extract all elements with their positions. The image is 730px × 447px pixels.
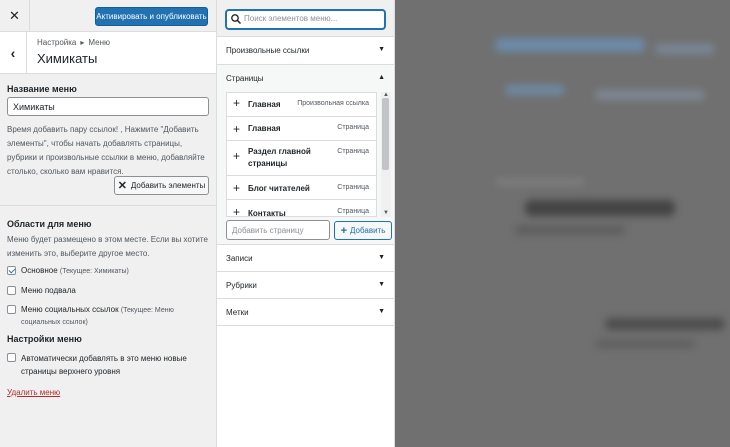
preview-blur xyxy=(515,226,625,234)
page-name: Контакты xyxy=(248,209,286,217)
plus-icon: + xyxy=(233,96,241,110)
back-button[interactable]: ‹ xyxy=(0,32,27,74)
pages-list: + Главная Произвольная ссылка + Главная … xyxy=(226,92,377,217)
preview-blur xyxy=(505,85,565,95)
plus-icon: + xyxy=(233,181,241,195)
search-placeholder: Поиск элементов меню... xyxy=(244,14,338,23)
list-item[interactable]: + Главная Произвольная ссылка xyxy=(227,93,376,117)
page-name: Блог читателей xyxy=(248,184,310,193)
panel-tags[interactable]: Метки ▼ xyxy=(217,299,394,326)
page-name: Раздел главной страницы xyxy=(248,147,311,168)
menu-name-help: Время добавить пару ссылок! , Нажмите "Д… xyxy=(7,125,205,176)
location-footer[interactable]: Меню подвала xyxy=(7,285,76,296)
search-icon xyxy=(231,14,242,25)
menu-name-input[interactable]: Химикаты xyxy=(7,97,209,116)
panel-pages-label: Страницы xyxy=(226,74,264,83)
plus-icon: + xyxy=(340,224,348,237)
page-type: Страница xyxy=(337,124,369,131)
section-title: Химикаты xyxy=(37,51,98,66)
menu-settings-label: Настройки меню xyxy=(7,334,82,344)
location-primary-note: (Текущее: Химикаты) xyxy=(59,268,129,275)
panel-posts[interactable]: Записи ▼ xyxy=(217,245,394,272)
customizer-sidebar: ✕ Активировать и опубликовать ‹ Настройк… xyxy=(0,0,217,447)
add-items-button[interactable]: ✕ Добавить элементы xyxy=(114,176,209,195)
add-items-label: Добавить элементы xyxy=(130,181,206,190)
delete-menu-link[interactable]: Удалить меню xyxy=(7,388,60,397)
panel-categories[interactable]: Рубрики ▼ xyxy=(217,272,394,299)
caret-up-icon: ▲ xyxy=(378,74,385,81)
checkbox-footer[interactable] xyxy=(7,286,16,295)
page-name: Главная xyxy=(248,124,281,133)
add-page-button-label: Добавить xyxy=(350,226,386,235)
location-footer-label: Меню подвала xyxy=(21,286,76,295)
checkbox-primary[interactable] xyxy=(7,266,16,275)
preview-blur xyxy=(495,178,585,186)
location-social-text: Меню социальных ссылок (Текущее: Меню со… xyxy=(21,304,212,328)
caret-down-icon: ▼ xyxy=(378,254,385,261)
breadcrumb-separator: ▸ xyxy=(80,38,85,47)
preview-blur xyxy=(605,318,725,330)
menu-name-label: Название меню xyxy=(7,84,77,94)
pages-list-box: + Главная Произвольная ссылка + Главная … xyxy=(226,92,393,218)
scroll-down-icon[interactable]: ▼ xyxy=(383,210,389,216)
location-social-label: Меню социальных ссылок xyxy=(21,305,119,314)
breadcrumb-root: Настройка xyxy=(37,38,77,47)
location-primary[interactable]: Основное (Текущее: Химикаты) xyxy=(7,265,129,277)
section-header: ‹ Настройка ▸ Меню Химикаты xyxy=(0,32,216,74)
plus-icon: + xyxy=(233,149,241,163)
plus-icon: + xyxy=(233,122,241,136)
customizer-header: ✕ Активировать и опубликовать xyxy=(0,0,216,32)
caret-down-icon: ▼ xyxy=(378,308,385,315)
checkbox-social[interactable] xyxy=(7,305,16,314)
location-primary-text: Основное (Текущее: Химикаты) xyxy=(21,265,129,277)
list-item[interactable]: + Контакты Страница xyxy=(227,200,376,217)
list-item[interactable]: + Главная Страница xyxy=(227,117,376,141)
locations-label: Области для меню xyxy=(7,219,92,229)
breadcrumb: Настройка ▸ Меню xyxy=(37,38,110,47)
auto-add-label: Автоматически добавлять в это меню новые… xyxy=(21,354,187,376)
add-page-input[interactable]: Добавить страницу xyxy=(226,220,330,240)
preview-blur xyxy=(525,200,675,216)
add-page-button[interactable]: + Добавить xyxy=(334,221,392,240)
scroll-thumb[interactable] xyxy=(382,98,389,170)
caret-down-icon: ▼ xyxy=(378,46,385,53)
breadcrumb-leaf: Меню xyxy=(88,38,111,47)
caret-down-icon: ▼ xyxy=(378,281,385,288)
panel-custom-links[interactable]: Произвольные ссылки ▼ xyxy=(217,37,394,65)
search-input[interactable]: Поиск элементов меню... xyxy=(226,10,385,29)
search-area: Поиск элементов меню... xyxy=(217,0,394,37)
auto-add-pages[interactable]: Автоматически добавлять в это меню новые… xyxy=(7,352,207,378)
list-item[interactable]: + Раздел главной страницы Страница xyxy=(227,141,376,176)
divider xyxy=(0,205,216,206)
locations-help: Меню будет размещено в этом месте. Если … xyxy=(7,235,208,258)
list-item[interactable]: + Блог читателей Страница xyxy=(227,176,376,200)
preview-blur xyxy=(655,44,715,54)
panel-tags-label: Метки xyxy=(226,308,249,317)
panel-posts-label: Записи xyxy=(226,254,253,263)
panel-custom-links-label: Произвольные ссылки xyxy=(226,46,310,55)
location-social[interactable]: Меню социальных ссылок (Текущее: Меню со… xyxy=(7,304,212,328)
site-preview[interactable] xyxy=(395,0,730,447)
chevron-left-icon: ‹ xyxy=(10,45,16,61)
close-icon: ✕ xyxy=(117,180,127,192)
plus-icon: + xyxy=(233,205,241,217)
page-type: Страница xyxy=(337,184,369,191)
add-page-placeholder: Добавить страницу xyxy=(232,226,304,235)
close-customizer-button[interactable]: ✕ xyxy=(0,0,30,32)
publish-button[interactable]: Активировать и опубликовать xyxy=(95,7,208,26)
pages-scrollbar[interactable]: ▲ ▼ xyxy=(381,92,391,217)
preview-blur xyxy=(495,38,645,52)
page-type: Страница xyxy=(337,148,369,155)
preview-blur xyxy=(595,90,705,100)
checkbox-auto-add[interactable] xyxy=(7,353,16,362)
panel-categories-label: Рубрики xyxy=(226,281,257,290)
close-icon: ✕ xyxy=(9,8,20,23)
panel-pages[interactable]: Страницы ▲ xyxy=(217,65,394,92)
page-type: Страница xyxy=(337,208,369,215)
page-type: Произвольная ссылка xyxy=(297,100,369,107)
location-primary-label: Основное xyxy=(21,266,58,275)
preview-blur xyxy=(595,340,695,348)
